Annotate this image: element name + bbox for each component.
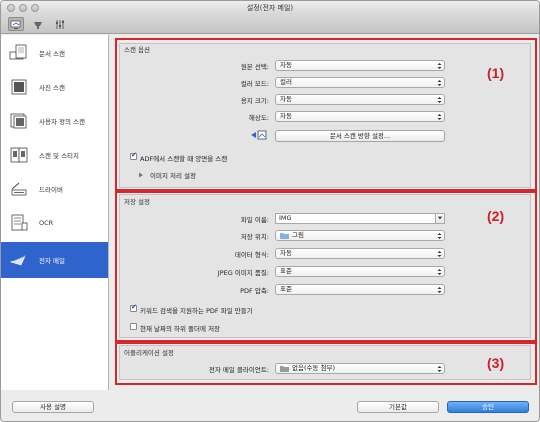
instructions-button[interactable]: 사용 설명 (12, 401, 94, 413)
zoom-window-button[interactable] (31, 4, 39, 12)
highlight-box-save-settings (115, 191, 537, 342)
ocr-icon (9, 213, 29, 233)
sidebar-item-driver[interactable]: 드라이버 (1, 171, 108, 207)
sidebar-item-custom-scan[interactable]: 사용자 정의 스캔 (1, 103, 108, 139)
minimize-window-button[interactable] (19, 4, 27, 12)
window-title: 설정(전자 메일) (246, 4, 294, 12)
sidebar-item-ocr[interactable]: OCR (1, 205, 108, 241)
photo-scan-icon (9, 77, 29, 97)
sidebar-item-email[interactable]: 전자 메일 (1, 242, 108, 278)
email-icon (9, 250, 29, 270)
title-bar: 설정(전자 메일) (1, 1, 539, 15)
callout-1: (1) (487, 65, 505, 81)
callout-3: (3) (487, 355, 505, 371)
panel-scan-icon (34, 21, 42, 29)
callout-2: (2) (487, 208, 505, 224)
toolbar (1, 15, 539, 34)
computer-scan-icon (10, 20, 21, 29)
document-scan-icon (9, 43, 29, 63)
scan-stitch-icon (9, 145, 29, 165)
sidebar-item-scan-stitch[interactable]: 스캔 및 스티치 (1, 137, 108, 173)
scan-from-panel-tab[interactable] (30, 17, 46, 31)
general-settings-tab[interactable] (52, 17, 68, 31)
sidebar-item-document-scan[interactable]: 문서 스캔 (1, 35, 108, 71)
driver-icon (9, 179, 29, 199)
defaults-button[interactable]: 기본값 (357, 401, 439, 413)
sidebar-item-photo-scan[interactable]: 사진 스캔 (1, 69, 108, 105)
sidebar: 문서 스캔 사진 스캔 사용자 정의 스캔 스캔 및 스티치 드라이버 OCR … (1, 35, 109, 390)
ok-button[interactable]: 승인 (447, 401, 529, 413)
settings-window: 설정(전자 메일) 문서 스캔 사진 스캔 사용자 정의 스캔 스캔 및 스티치… (0, 0, 540, 422)
close-window-button[interactable] (7, 4, 15, 12)
custom-scan-icon (9, 111, 29, 131)
highlight-box-scan-options (115, 38, 537, 191)
scan-from-computer-tab[interactable] (8, 17, 24, 31)
sliders-icon (56, 19, 64, 29)
highlight-box-app-settings (115, 342, 537, 385)
